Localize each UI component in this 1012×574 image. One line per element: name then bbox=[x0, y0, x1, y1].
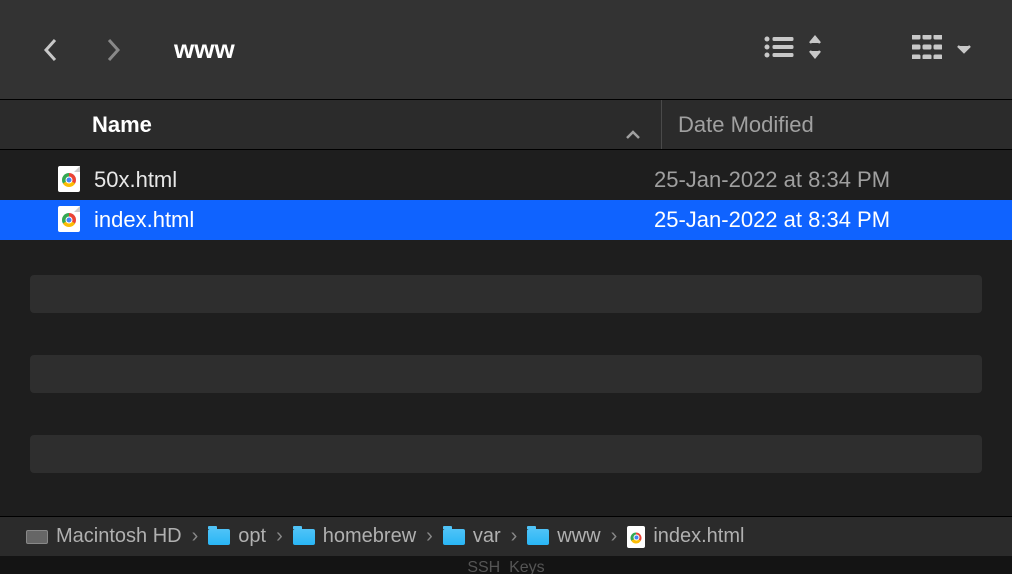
chevron-up-down-icon bbox=[808, 35, 822, 64]
breadcrumb-label: www bbox=[557, 525, 600, 548]
chevron-right-icon: › bbox=[276, 525, 283, 548]
breadcrumb-item[interactable]: var bbox=[443, 525, 501, 548]
chevron-up-icon bbox=[625, 120, 641, 130]
empty-row bbox=[30, 275, 982, 313]
file-row[interactable]: 50x.html 25-Jan-2022 at 8:34 PM bbox=[0, 160, 1012, 200]
folder-icon bbox=[208, 529, 230, 545]
chevron-right-icon: › bbox=[611, 525, 618, 548]
html-file-icon bbox=[58, 206, 82, 234]
view-mode-control[interactable] bbox=[764, 35, 822, 64]
empty-row bbox=[30, 355, 982, 393]
breadcrumb-item[interactable]: Macintosh HD bbox=[26, 525, 182, 548]
html-file-icon bbox=[627, 526, 645, 548]
breadcrumb-item[interactable]: www bbox=[527, 525, 600, 548]
column-name-label: Name bbox=[92, 112, 152, 138]
grid-group-icon bbox=[912, 35, 942, 64]
toolbar-right bbox=[764, 35, 972, 64]
list-icon bbox=[764, 36, 794, 63]
breadcrumb-item[interactable]: opt bbox=[208, 525, 266, 548]
background-hint-label: SSH_Keys bbox=[467, 559, 544, 574]
folder-icon bbox=[443, 529, 465, 545]
column-header-name[interactable]: Name bbox=[0, 100, 662, 149]
file-date: 25-Jan-2022 at 8:34 PM bbox=[654, 207, 890, 233]
chevron-right-icon: › bbox=[511, 525, 518, 548]
file-name: index.html bbox=[94, 207, 654, 233]
drive-icon bbox=[26, 530, 48, 544]
path-bar: Macintosh HD › opt › homebrew › var › ww… bbox=[0, 516, 1012, 556]
column-date-label: Date Modified bbox=[678, 112, 814, 137]
breadcrumb-label: index.html bbox=[653, 525, 744, 548]
file-row[interactable]: index.html 25-Jan-2022 at 8:34 PM bbox=[0, 200, 1012, 240]
chevron-right-icon: › bbox=[192, 525, 199, 548]
breadcrumb-label: var bbox=[473, 525, 501, 548]
back-button[interactable] bbox=[40, 39, 62, 61]
chevron-right-icon: › bbox=[426, 525, 433, 548]
nav-arrows bbox=[40, 39, 124, 61]
group-control[interactable] bbox=[912, 35, 972, 64]
empty-rows bbox=[0, 275, 1012, 473]
file-name: 50x.html bbox=[94, 167, 654, 193]
page-title: www bbox=[174, 34, 235, 65]
file-list: 50x.html 25-Jan-2022 at 8:34 PM index.ht… bbox=[0, 150, 1012, 473]
toolbar: www bbox=[0, 0, 1012, 100]
html-file-icon bbox=[58, 166, 82, 194]
breadcrumb-label: homebrew bbox=[323, 525, 416, 548]
folder-icon bbox=[293, 529, 315, 545]
file-date: 25-Jan-2022 at 8:34 PM bbox=[654, 167, 890, 193]
column-header-date[interactable]: Date Modified bbox=[662, 112, 1012, 138]
breadcrumb-label: Macintosh HD bbox=[56, 525, 182, 548]
breadcrumb-item[interactable]: index.html bbox=[627, 525, 744, 548]
breadcrumb-item[interactable]: homebrew bbox=[293, 525, 416, 548]
forward-button[interactable] bbox=[102, 39, 124, 61]
column-headers: Name Date Modified bbox=[0, 100, 1012, 150]
empty-row bbox=[30, 435, 982, 473]
background-window-hint: SSH_Keys bbox=[0, 556, 1012, 574]
folder-icon bbox=[527, 529, 549, 545]
breadcrumb-label: opt bbox=[238, 525, 266, 548]
chevron-down-icon bbox=[956, 41, 972, 59]
